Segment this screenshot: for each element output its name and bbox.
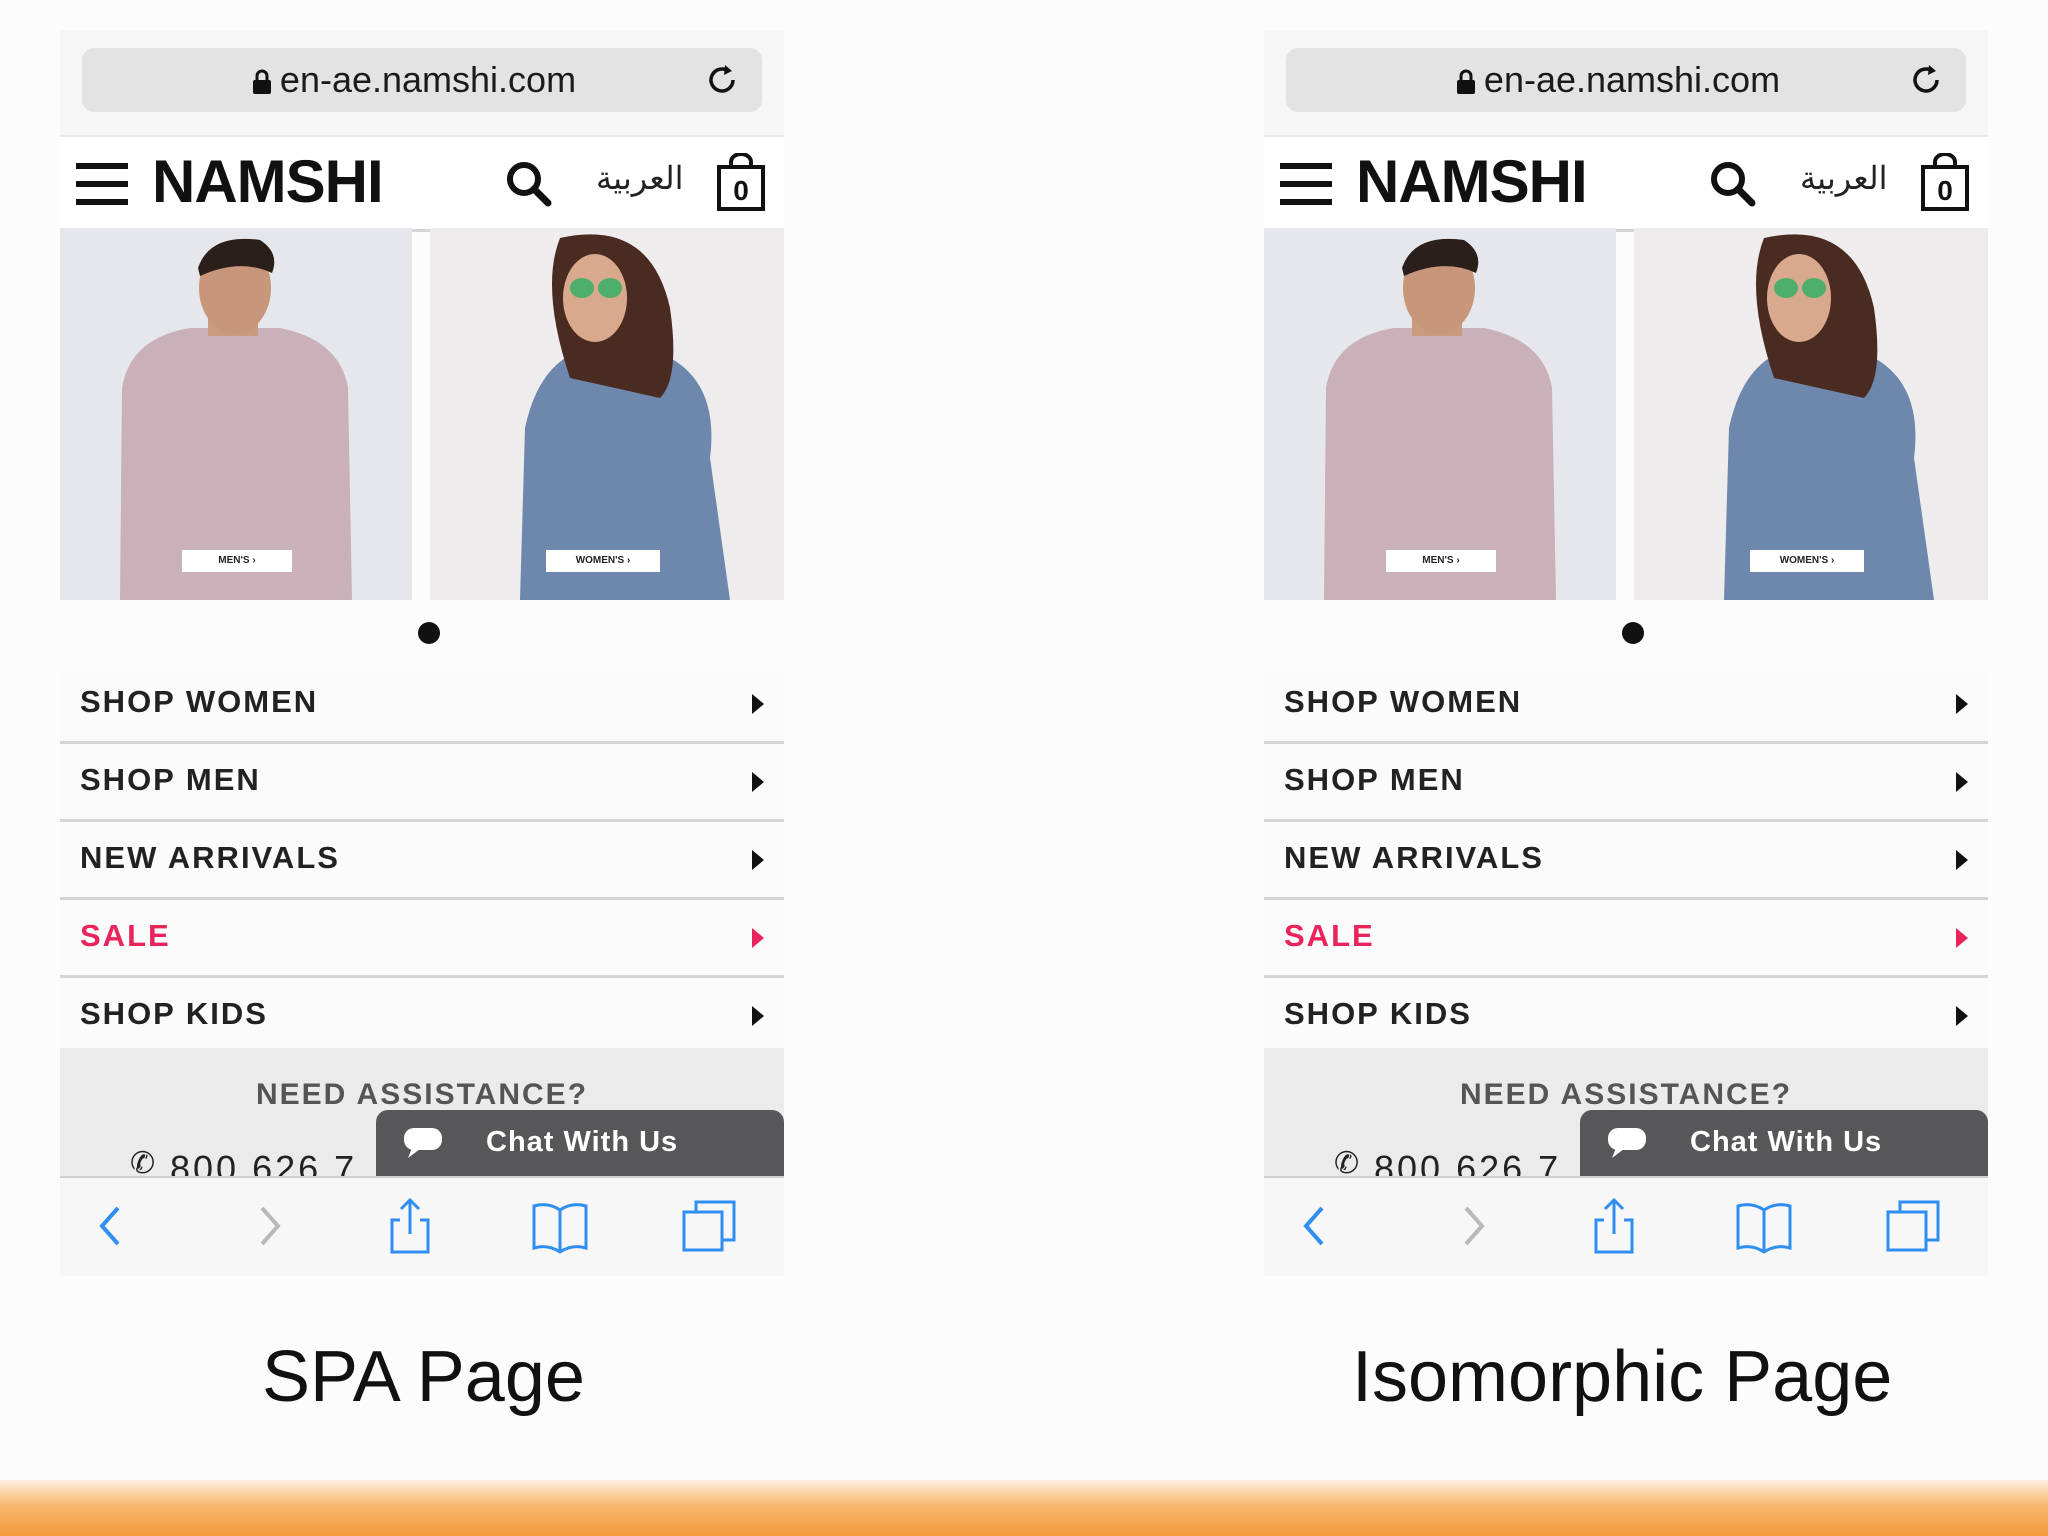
menu-label: SHOP KIDS [1284,996,1472,1031]
chevron-right-icon [752,850,764,870]
site-header: NAMSHI العربية 0 [60,135,784,232]
chevron-right-icon [752,1006,764,1026]
search-icon[interactable] [1708,159,1758,209]
chevron-right-icon [1956,772,1968,792]
forward-icon[interactable] [240,1196,300,1256]
chat-button[interactable]: Chat With Us [1580,1110,1988,1178]
chevron-right-icon [1956,694,1968,714]
language-switch-link[interactable]: العربية [596,159,683,197]
chevron-right-icon [752,694,764,714]
chat-bubble-icon [404,1128,442,1158]
chevron-right-icon [1956,928,1968,948]
assistance-title: NEED ASSISTANCE? [1459,1078,1793,1111]
menu-label: SHOP WOMEN [80,684,319,719]
bookmarks-icon[interactable] [1734,1196,1794,1256]
womens-banner-image[interactable]: WOMEN'S › [430,228,784,600]
brand-logo[interactable]: NAMSHI [1356,147,1588,216]
carousel-dot[interactable] [418,622,440,644]
cart-count: 0 [1937,175,1953,206]
share-icon[interactable] [380,1196,440,1256]
bookmarks-icon[interactable] [530,1196,590,1256]
chat-label: Chat With Us [486,1126,679,1158]
phone-icon: ✆ [1334,1147,1360,1180]
brand-logo[interactable]: NAMSHI [152,147,384,216]
hamburger-icon[interactable] [76,163,128,205]
search-icon[interactable] [504,159,554,209]
womens-tag[interactable]: WOMEN'S › [1750,550,1864,572]
cart-count: 0 [733,175,749,206]
spa-phone-screen: en-ae.namshi.com NAMSHI العربية 0 MEN'S … [60,30,784,1276]
back-icon[interactable] [1284,1196,1344,1256]
menu-item-shop-kids[interactable]: SHOP KIDS [60,978,784,1056]
hamburger-icon[interactable] [1280,163,1332,205]
shopping-bag-icon[interactable]: 0 [716,153,766,211]
menu-item-sale[interactable]: SALE [1264,900,1988,978]
menu-item-shop-women[interactable]: SHOP WOMEN [60,666,784,744]
menu-item-new-arrivals[interactable]: NEW ARRIVALS [1264,822,1988,900]
isomorphic-page-caption: Isomorphic Page [1352,1337,1893,1417]
site-header: NAMSHI العربية 0 [1264,135,1988,232]
chevron-right-icon [1956,850,1968,870]
shopping-bag-icon[interactable]: 0 [1920,153,1970,211]
safari-toolbar [1264,1176,1988,1276]
menu-label: SHOP MEN [80,762,261,797]
safari-top-bar: en-ae.namshi.com [1264,30,1988,135]
hero-banner[interactable]: MEN'S › WOMEN'S › [1264,228,1988,600]
menu-item-shop-men[interactable]: SHOP MEN [1264,744,1988,822]
safari-top-bar: en-ae.namshi.com [60,30,784,135]
url-text: en-ae.namshi.com [279,59,577,100]
slide-footer-bar [0,1480,2048,1536]
assistance-title: NEED ASSISTANCE? [255,1078,589,1111]
carousel-dot[interactable] [1622,622,1644,644]
menu-item-shop-women[interactable]: SHOP WOMEN [1264,666,1988,744]
hero-banner[interactable]: MEN'S › WOMEN'S › [60,228,784,600]
address-bar[interactable]: en-ae.namshi.com [82,48,762,112]
mens-tag[interactable]: MEN'S › [182,550,292,572]
menu-label: SHOP KIDS [80,996,268,1031]
chevron-right-icon [1956,1006,1968,1026]
menu-label: NEW ARRIVALS [1284,840,1544,875]
menu-item-sale[interactable]: SALE [60,900,784,978]
mens-banner-image[interactable]: MEN'S › [60,228,412,600]
womens-tag[interactable]: WOMEN'S › [546,550,660,572]
reload-icon[interactable] [704,62,740,98]
chat-label: Chat With Us [1690,1126,1883,1158]
spa-page-caption: SPA Page [262,1337,585,1417]
chevron-right-icon [752,928,764,948]
forward-icon[interactable] [1444,1196,1504,1256]
menu-item-shop-men[interactable]: SHOP MEN [60,744,784,822]
mens-banner-image[interactable]: MEN'S › [1264,228,1616,600]
womens-banner-image[interactable]: WOMEN'S › [1634,228,1988,600]
language-switch-link[interactable]: العربية [1800,159,1887,197]
reload-icon[interactable] [1908,62,1944,98]
chat-bubble-icon [1608,1128,1646,1158]
menu-item-new-arrivals[interactable]: NEW ARRIVALS [60,822,784,900]
chevron-right-icon [752,772,764,792]
phone-icon: ✆ [130,1147,156,1180]
menu-label: SALE [80,918,171,953]
safari-toolbar [60,1176,784,1276]
menu-label: SHOP MEN [1284,762,1465,797]
tabs-icon[interactable] [680,1196,740,1256]
url-text: en-ae.namshi.com [1483,59,1781,100]
tabs-icon[interactable] [1884,1196,1944,1256]
chat-button[interactable]: Chat With Us [376,1110,784,1178]
back-icon[interactable] [80,1196,140,1256]
menu-item-shop-kids[interactable]: SHOP KIDS [1264,978,1988,1056]
category-menu: SHOP WOMEN SHOP MEN NEW ARRIVALS SALE SH… [60,666,784,1056]
address-bar[interactable]: en-ae.namshi.com [1286,48,1966,112]
mens-tag[interactable]: MEN'S › [1386,550,1496,572]
menu-label: NEW ARRIVALS [80,840,340,875]
share-icon[interactable] [1584,1196,1644,1256]
isomorphic-phone-screen: en-ae.namshi.com NAMSHI العربية 0 MEN'S … [1264,30,1988,1276]
category-menu: SHOP WOMEN SHOP MEN NEW ARRIVALS SALE SH… [1264,666,1988,1056]
menu-label: SHOP WOMEN [1284,684,1523,719]
menu-label: SALE [1284,918,1375,953]
